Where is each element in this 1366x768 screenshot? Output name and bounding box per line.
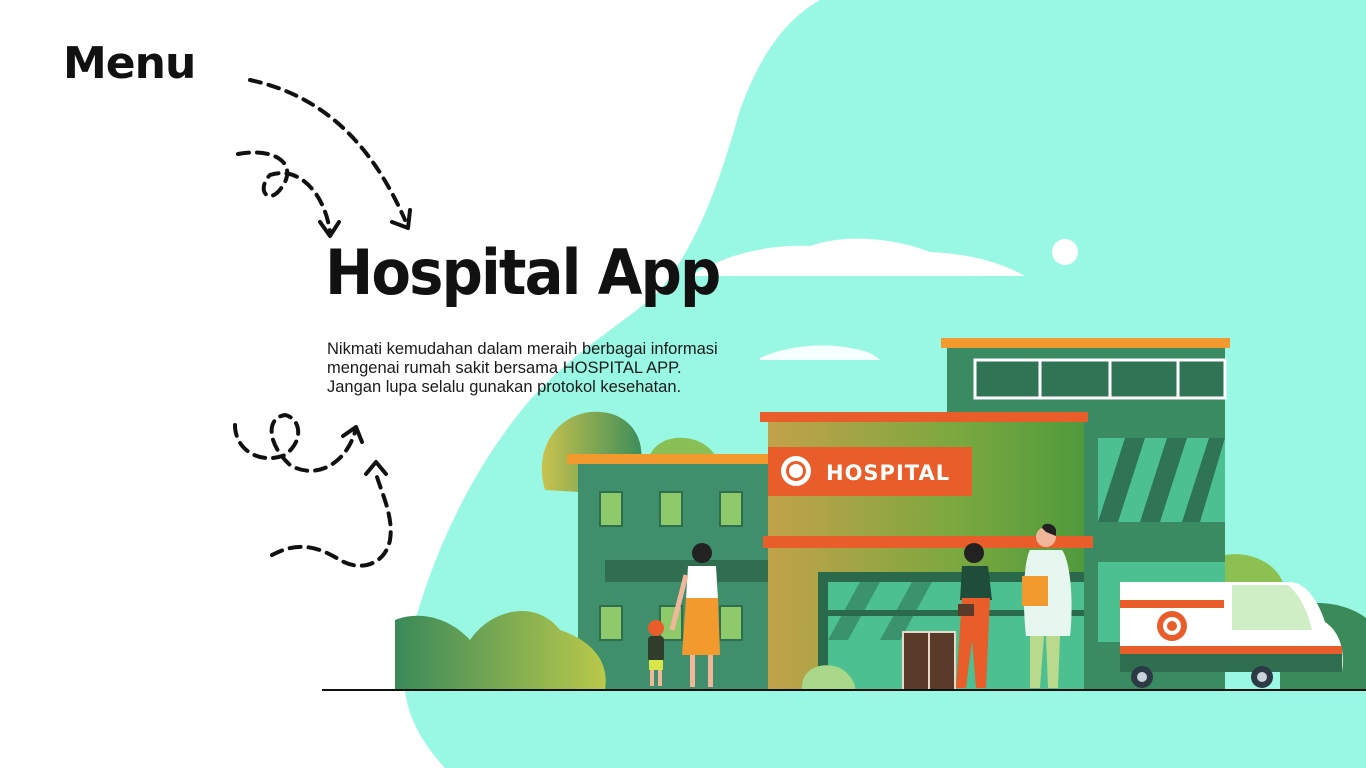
description-line: Jangan lupa selalu gunakan protokol kese… (327, 378, 682, 396)
description-line: Nikmati kemudahan dalam meraih berbagai … (327, 340, 718, 358)
landing-page: HOSPITAL Menu Hospital App Nikmati kemud… (0, 0, 1366, 768)
left-building (567, 454, 777, 690)
hospital-sign-text: HOSPITAL (826, 461, 950, 485)
page-title: Hospital App (325, 236, 721, 309)
description-line: mengenai rumah sakit bersama HOSPITAL AP… (327, 359, 682, 377)
menu-link[interactable]: Menu (63, 38, 196, 89)
decorative-dashed-arrows (233, 78, 407, 568)
app-description: Nikmati kemudahan dalam meraih berbagai … (327, 340, 777, 397)
